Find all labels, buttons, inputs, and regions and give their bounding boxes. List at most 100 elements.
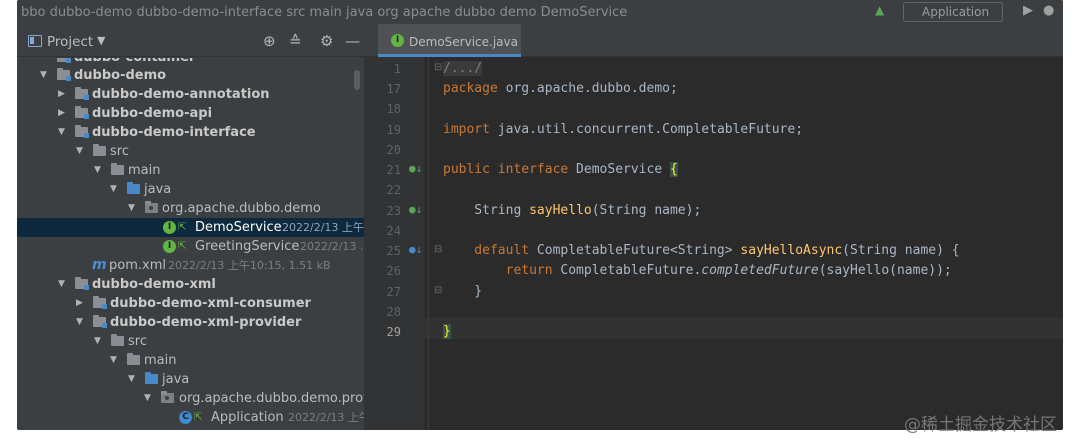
fold-icon[interactable]: ⊟ bbox=[434, 244, 442, 255]
package-icon bbox=[145, 201, 158, 213]
chevron-down-icon[interactable]: ▼ bbox=[110, 351, 120, 370]
minimize-icon[interactable]: — bbox=[345, 32, 360, 50]
file-meta: 2022/2/13 . bbox=[300, 240, 364, 253]
chevron-down-icon[interactable]: ▼ bbox=[76, 142, 86, 161]
line-number: 25 bbox=[386, 244, 401, 258]
tree-item-label: dubbo-demo-annotation bbox=[92, 87, 270, 102]
fold-icon[interactable]: ⊟ bbox=[434, 285, 442, 296]
module-folder-icon bbox=[93, 315, 107, 328]
run-config-selector[interactable]: Application bbox=[903, 2, 1003, 22]
maven-icon: m bbox=[92, 257, 107, 273]
tree-item[interactable]: ▶ dubbo-demo-xml-consumer bbox=[17, 294, 364, 313]
ide-window: bbo dubbo-demo dubbo-demo-interface src … bbox=[17, 0, 1063, 430]
implemented-icon[interactable]: ●↓ bbox=[409, 203, 422, 216]
line-number: 26 bbox=[386, 264, 401, 278]
locate-icon[interactable]: ⊕ bbox=[263, 32, 276, 50]
tree-item-label: dubbo-demo-xml-consumer bbox=[110, 296, 311, 311]
code-line-26: return CompletableFuture.completedFuture… bbox=[443, 263, 952, 278]
tree-item[interactable]: m pom.xml 2022/2/13 上午10:15, 1.51 kB bbox=[17, 256, 364, 275]
line-number: 20 bbox=[386, 143, 401, 157]
tree-item[interactable]: ▶ dubbo-demo-annotation bbox=[17, 85, 364, 104]
tree-item[interactable]: ▶ dubbo-demo-api bbox=[17, 104, 364, 123]
chevron-down-icon[interactable]: ▼ bbox=[128, 199, 138, 218]
module-folder-icon bbox=[93, 296, 107, 309]
package-icon bbox=[161, 391, 174, 403]
tree-item[interactable]: I ⇱ GreetingService 2022/2/13 . bbox=[17, 237, 364, 256]
chevron-down-icon[interactable]: ▼ bbox=[58, 275, 68, 294]
chevron-down-icon[interactable]: ▼ bbox=[144, 389, 154, 408]
breadcrumb[interactable]: bbo dubbo-demo dubbo-demo-interface src … bbox=[21, 6, 627, 19]
module-folder-icon bbox=[57, 58, 71, 63]
chevron-down-icon[interactable]: ▼ bbox=[128, 370, 138, 389]
collapse-all-icon[interactable]: ≙ bbox=[289, 32, 302, 50]
folder-icon bbox=[111, 334, 124, 346]
chevron-right-icon[interactable]: ▶ bbox=[58, 85, 68, 104]
gear-icon[interactable]: ⚙ bbox=[320, 32, 333, 50]
file-meta: 2022/2/13 上午 bbox=[288, 411, 364, 424]
tree-item[interactable]: ▼ src bbox=[17, 332, 364, 351]
chevron-down-icon[interactable]: ▼ bbox=[110, 180, 120, 199]
project-header: Project ▼ ⊕ ≙ ⚙ — bbox=[17, 24, 364, 57]
line-number-gutter[interactable]: 1 17 18 19 20 21 22 23 24 25 26 27 28 29… bbox=[364, 57, 424, 430]
watermark: @稀土掘金技术社区 bbox=[904, 415, 1057, 435]
build-icon[interactable]: ▲ bbox=[875, 4, 884, 17]
tree-item[interactable]: ▼ java bbox=[17, 180, 364, 199]
tree-item[interactable]: ▼ dubbo-demo-xml-provider bbox=[17, 313, 364, 332]
code-line-23: String sayHello(String name); bbox=[443, 203, 702, 218]
chevron-right-icon[interactable]: ▶ bbox=[58, 104, 68, 123]
chevron-right-icon[interactable]: ▶ bbox=[76, 294, 86, 313]
tree-item-label: java bbox=[144, 182, 172, 197]
run-icon[interactable]: ▶ bbox=[1023, 4, 1033, 17]
implemented-icon[interactable]: ●↓ bbox=[409, 162, 422, 175]
navigation-bar: bbo dubbo-demo dubbo-demo-interface src … bbox=[17, 0, 1063, 24]
tab-demoservice[interactable]: I DemoService.java bbox=[378, 24, 521, 57]
tree-item[interactable]: ▼ java bbox=[17, 370, 364, 389]
tree-item-label: main bbox=[144, 353, 177, 368]
line-number: 18 bbox=[386, 102, 401, 116]
tree-item[interactable]: ▼ org.apache.dubbo.demo bbox=[17, 199, 364, 218]
chevron-down-icon[interactable]: ▼ bbox=[94, 161, 104, 180]
module-folder-icon bbox=[75, 277, 89, 290]
tree-item[interactable]: ▼ main bbox=[17, 351, 364, 370]
tree-item[interactable]: C ⇱ Application 2022/2/13 上午 bbox=[17, 408, 364, 427]
run-config-label: Application bbox=[922, 5, 990, 19]
lock-icon: ⇱ bbox=[178, 222, 187, 233]
line-number: 24 bbox=[386, 224, 401, 238]
tree-item-label: src bbox=[110, 144, 129, 159]
tree-item[interactable]: ▼ src bbox=[17, 142, 364, 161]
folder-icon bbox=[93, 144, 106, 156]
tree-item[interactable]: ▼ dubbo-demo bbox=[17, 66, 364, 85]
tree-item[interactable]: ▼ org.apache.dubbo.demo.prov bbox=[17, 389, 364, 408]
tree-item-label: org.apache.dubbo.demo bbox=[162, 201, 321, 216]
folder-icon bbox=[111, 163, 124, 175]
code-area[interactable]: ⊟ ⊟ ⊟ /.../ package org.apache.dubbo.dem… bbox=[424, 57, 1063, 430]
tree-item[interactable]: ▼ dubbo-demo-interface bbox=[17, 123, 364, 142]
code-line-19: import java.util.concurrent.CompletableF… bbox=[443, 122, 804, 137]
line-number: 22 bbox=[386, 183, 401, 197]
tree-item-label: org.apache.dubbo.demo.prov bbox=[179, 391, 364, 406]
chevron-down-icon[interactable]: ▼ bbox=[40, 66, 50, 85]
chevron-down-icon[interactable]: ▼ bbox=[97, 34, 105, 47]
tree-item-selected[interactable]: I ⇱ DemoService 2022/2/13 上午 bbox=[17, 218, 364, 237]
line-number: 17 bbox=[386, 82, 401, 96]
chevron-down-icon[interactable]: ▼ bbox=[76, 313, 86, 332]
scrollbar-thumb[interactable] bbox=[354, 70, 360, 90]
tree-item-label: dubbo-demo-api bbox=[92, 106, 213, 121]
implemented-icon[interactable]: ●↓ bbox=[409, 243, 422, 256]
project-title[interactable]: Project bbox=[47, 34, 93, 50]
tree-item-label: Application bbox=[211, 410, 284, 425]
tree-item[interactable]: ▼ dubbo-demo-xml bbox=[17, 275, 364, 294]
current-line-highlight bbox=[424, 318, 1063, 339]
chevron-down-icon[interactable]: ▼ bbox=[58, 123, 68, 142]
tree-item[interactable]: ▼ main bbox=[17, 161, 364, 180]
code-line-27: } bbox=[443, 284, 483, 299]
lock-icon: ⇱ bbox=[194, 412, 203, 423]
project-tree: dubbo-container ▼ dubbo-demo ▶ dubbo-dem… bbox=[17, 58, 364, 430]
tree-item-label: dubbo-demo bbox=[74, 68, 167, 83]
interface-icon: I bbox=[163, 240, 176, 253]
chevron-down-icon[interactable]: ▼ bbox=[94, 332, 104, 351]
debug-icon[interactable]: ● bbox=[1043, 4, 1054, 17]
editor-panel: I DemoService.java 1 17 18 19 20 21 22 2… bbox=[364, 24, 1063, 430]
project-panel: Project ▼ ⊕ ≙ ⚙ — dubbo-container ▼ dubb… bbox=[17, 24, 364, 430]
fold-icon[interactable]: ⊟ bbox=[434, 62, 442, 73]
